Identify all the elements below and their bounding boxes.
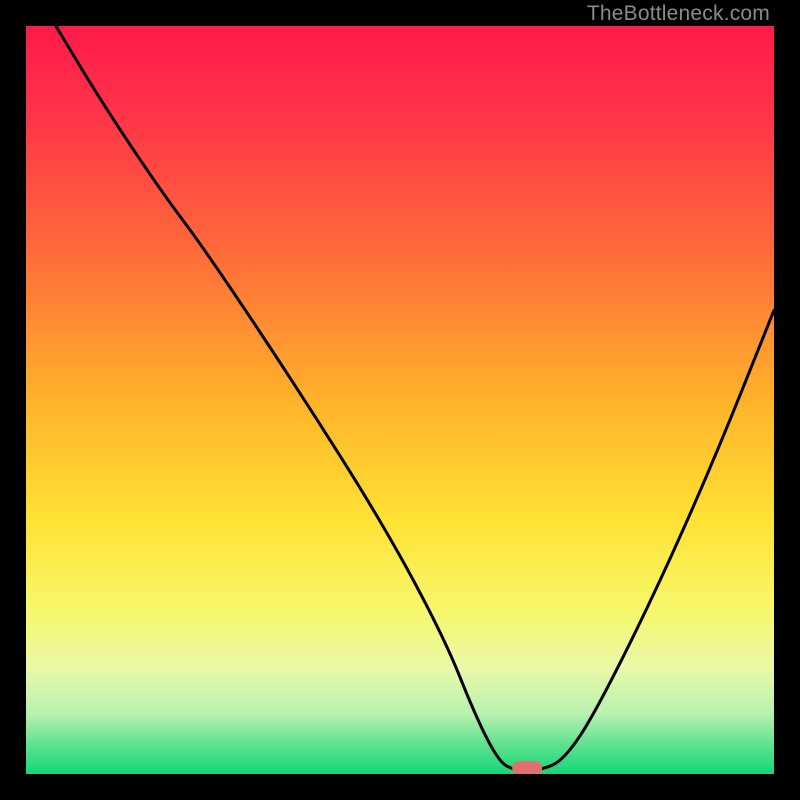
- bottleneck-chart: [26, 26, 774, 774]
- watermark-label: TheBottleneck.com: [587, 2, 770, 26]
- optimal-point-marker: [512, 761, 542, 774]
- chart-frame: [26, 26, 774, 774]
- gradient-background: [26, 26, 774, 774]
